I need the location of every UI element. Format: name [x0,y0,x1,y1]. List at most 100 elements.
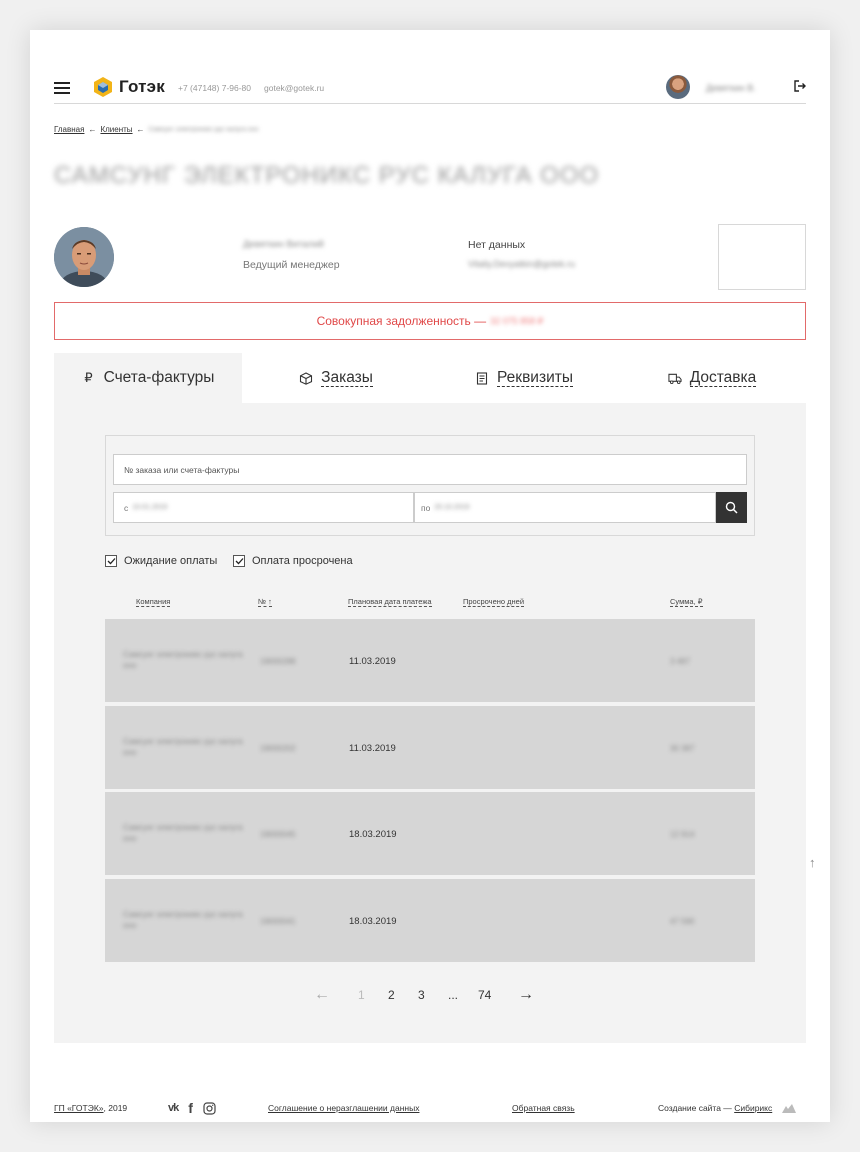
order-search-placeholder: № заказа или счета-фактуры [124,464,240,475]
tab-label: Заказы [321,368,373,388]
row-date: 18.03.2019 [349,829,397,840]
image-placeholder [718,224,806,290]
facebook-icon[interactable]: f [188,1100,193,1116]
manager-name: Девяткин Виталий [243,239,324,250]
row-company: Самсунг электроникс рус калуга ооо [123,910,243,930]
table-row[interactable]: Самсунг электроникс рус калуга ооо 19000… [105,706,755,789]
pagination: ← 1 2 3 ... 74 → [314,986,534,1004]
tab-requisites[interactable]: Реквизиты [430,353,618,403]
checkbox-label: Оплата просрочена [252,555,353,567]
sibirix-logo-icon[interactable] [781,1103,797,1114]
checkbox-overdue[interactable]: Оплата просрочена [233,555,353,567]
tab-orders[interactable]: Заказы [242,353,430,403]
row-company: Самсунг электроникс рус калуга ооо [123,650,243,670]
row-company: Самсунг электроникс рус калуга ооо [123,737,243,757]
column-number[interactable]: № ↑ [258,597,272,607]
date-from-field[interactable]: с 10.01.2019 [113,492,414,523]
row-sum: 3 487 [670,657,691,666]
row-date: 18.03.2019 [349,916,397,927]
breadcrumb-clients[interactable]: Клиенты [100,125,132,134]
footer-credits: Создание сайта — Сибирикс [658,1103,797,1114]
page: Готэк +7 (47148) 7-96-80 gotek@gotek.ru … [30,30,830,1122]
footer-credits-prefix: Создание сайта — [658,1103,732,1113]
checkbox-checked-icon [105,555,117,567]
page-title: Самсунг электроникс рус калуга ооо [54,162,600,189]
header-phone[interactable]: +7 (47148) 7-96-80 [178,83,251,93]
tab-invoices[interactable]: ₽ Счета-фактуры [54,353,242,403]
tab-label: Счета-фактуры [103,369,215,386]
order-search-input[interactable]: № заказа или счета-фактуры [113,454,747,485]
pagination-ellipsis: ... [448,988,459,1002]
footer-company-link[interactable]: ГП «ГОТЭК» [54,1103,104,1113]
footer-nda-label: Соглашение о неразглашении данных [268,1103,420,1113]
checkbox-waiting[interactable]: Ожидание оплаты [105,555,217,567]
table-row[interactable]: Самсунг электроникс рус калуга ооо 19000… [105,619,755,702]
breadcrumb-home[interactable]: Главная [54,125,84,134]
row-date: 11.03.2019 [349,656,396,667]
avatar[interactable] [666,75,690,99]
pagination-page[interactable]: 3 [418,988,448,1002]
social-links: vk f [168,1100,216,1116]
tab-delivery[interactable]: Доставка [618,353,806,403]
column-company[interactable]: Компания [136,597,171,607]
footer-copyright: ГП «ГОТЭК», 2019 [54,1103,127,1113]
row-sum: 47 590 [670,917,695,926]
user-name[interactable]: Девяткин В. [706,83,756,93]
debt-label: Совокупная задолженность — [316,314,487,328]
row-sum: 30 387 [670,744,695,753]
table-row[interactable]: Самсунг электроникс рус калуга ооо 19000… [105,792,755,875]
row-sum: 12 914 [670,830,695,839]
row-number: 19000045 [260,830,296,839]
date-from-value: 10.01.2019 [132,504,168,511]
row-date: 11.03.2019 [349,743,396,754]
logout-icon[interactable] [793,79,807,93]
search-button[interactable] [716,492,747,523]
breadcrumb-separator: ← [88,125,97,134]
scroll-up-icon[interactable]: ↑ [809,855,816,870]
date-to-prefix: по [421,502,431,513]
date-to-value: 20.10.2019 [434,504,470,511]
pagination-current: 1 [358,988,365,1002]
footer-feedback-link[interactable]: Обратная связь [512,1103,575,1113]
footer-credits-link[interactable]: Сибирикс [734,1103,772,1113]
row-number: 19000202 [260,744,296,753]
date-to-field[interactable]: по 20.10.2019 [414,492,716,523]
breadcrumb-current: Самсунг электроникс рус калуга ооо [148,126,259,133]
instagram-icon[interactable] [203,1101,216,1115]
vk-icon[interactable]: vk [168,1102,179,1114]
logo-text: Готэк [119,77,165,96]
truck-icon [668,373,682,384]
header-divider [54,103,806,104]
pagination-next[interactable]: → [518,986,534,1004]
header-email[interactable]: gotek@gotek.ru [264,83,324,93]
debt-amount: 32 075 858 ₽ [490,315,544,326]
debt-banner: Совокупная задолженность — 32 075 858 ₽ [54,302,806,340]
tab-label: Реквизиты [497,368,573,388]
checkbox-label: Ожидание оплаты [124,555,218,567]
column-sum[interactable]: Сумма, ₽ [670,597,703,607]
document-icon [476,371,488,385]
menu-icon[interactable] [54,82,70,94]
column-overdue-days[interactable]: Просрочено дней [463,597,525,607]
footer-year: , 2019 [103,1103,128,1113]
table-row[interactable]: Самсунг электроникс рус калуга ооо 19000… [105,879,755,962]
breadcrumb: Главная ← Клиенты ← Самсунг электроникс … [54,125,258,134]
tabs: ₽ Счета-фактуры Заказы Реквизиты Доставк… [54,353,806,403]
date-from-prefix: с [124,502,129,513]
tab-label: Доставка [689,368,757,388]
pagination-prev[interactable]: ← [314,986,358,1004]
pagination-page[interactable]: 2 [388,988,418,1002]
column-planned-date[interactable]: Плановая дата платежа [348,597,432,607]
row-company: Самсунг электроникс рус калуга ооо [123,823,243,843]
search-icon [725,501,738,514]
row-number: 19000041 [260,917,296,926]
manager-email[interactable]: Vitaliy.Devyatkin@gotek.ru [468,259,575,269]
box-icon [300,371,313,385]
manager-avatar [54,227,114,287]
footer-nda-link[interactable]: Соглашение о неразглашении данных [268,1103,419,1113]
pagination-last[interactable]: 74 [478,988,518,1002]
contact-label: Нет данных [468,239,526,251]
row-number: 19000288 [260,657,296,666]
logo-icon [94,77,112,97]
logo[interactable]: Готэк [92,76,165,98]
